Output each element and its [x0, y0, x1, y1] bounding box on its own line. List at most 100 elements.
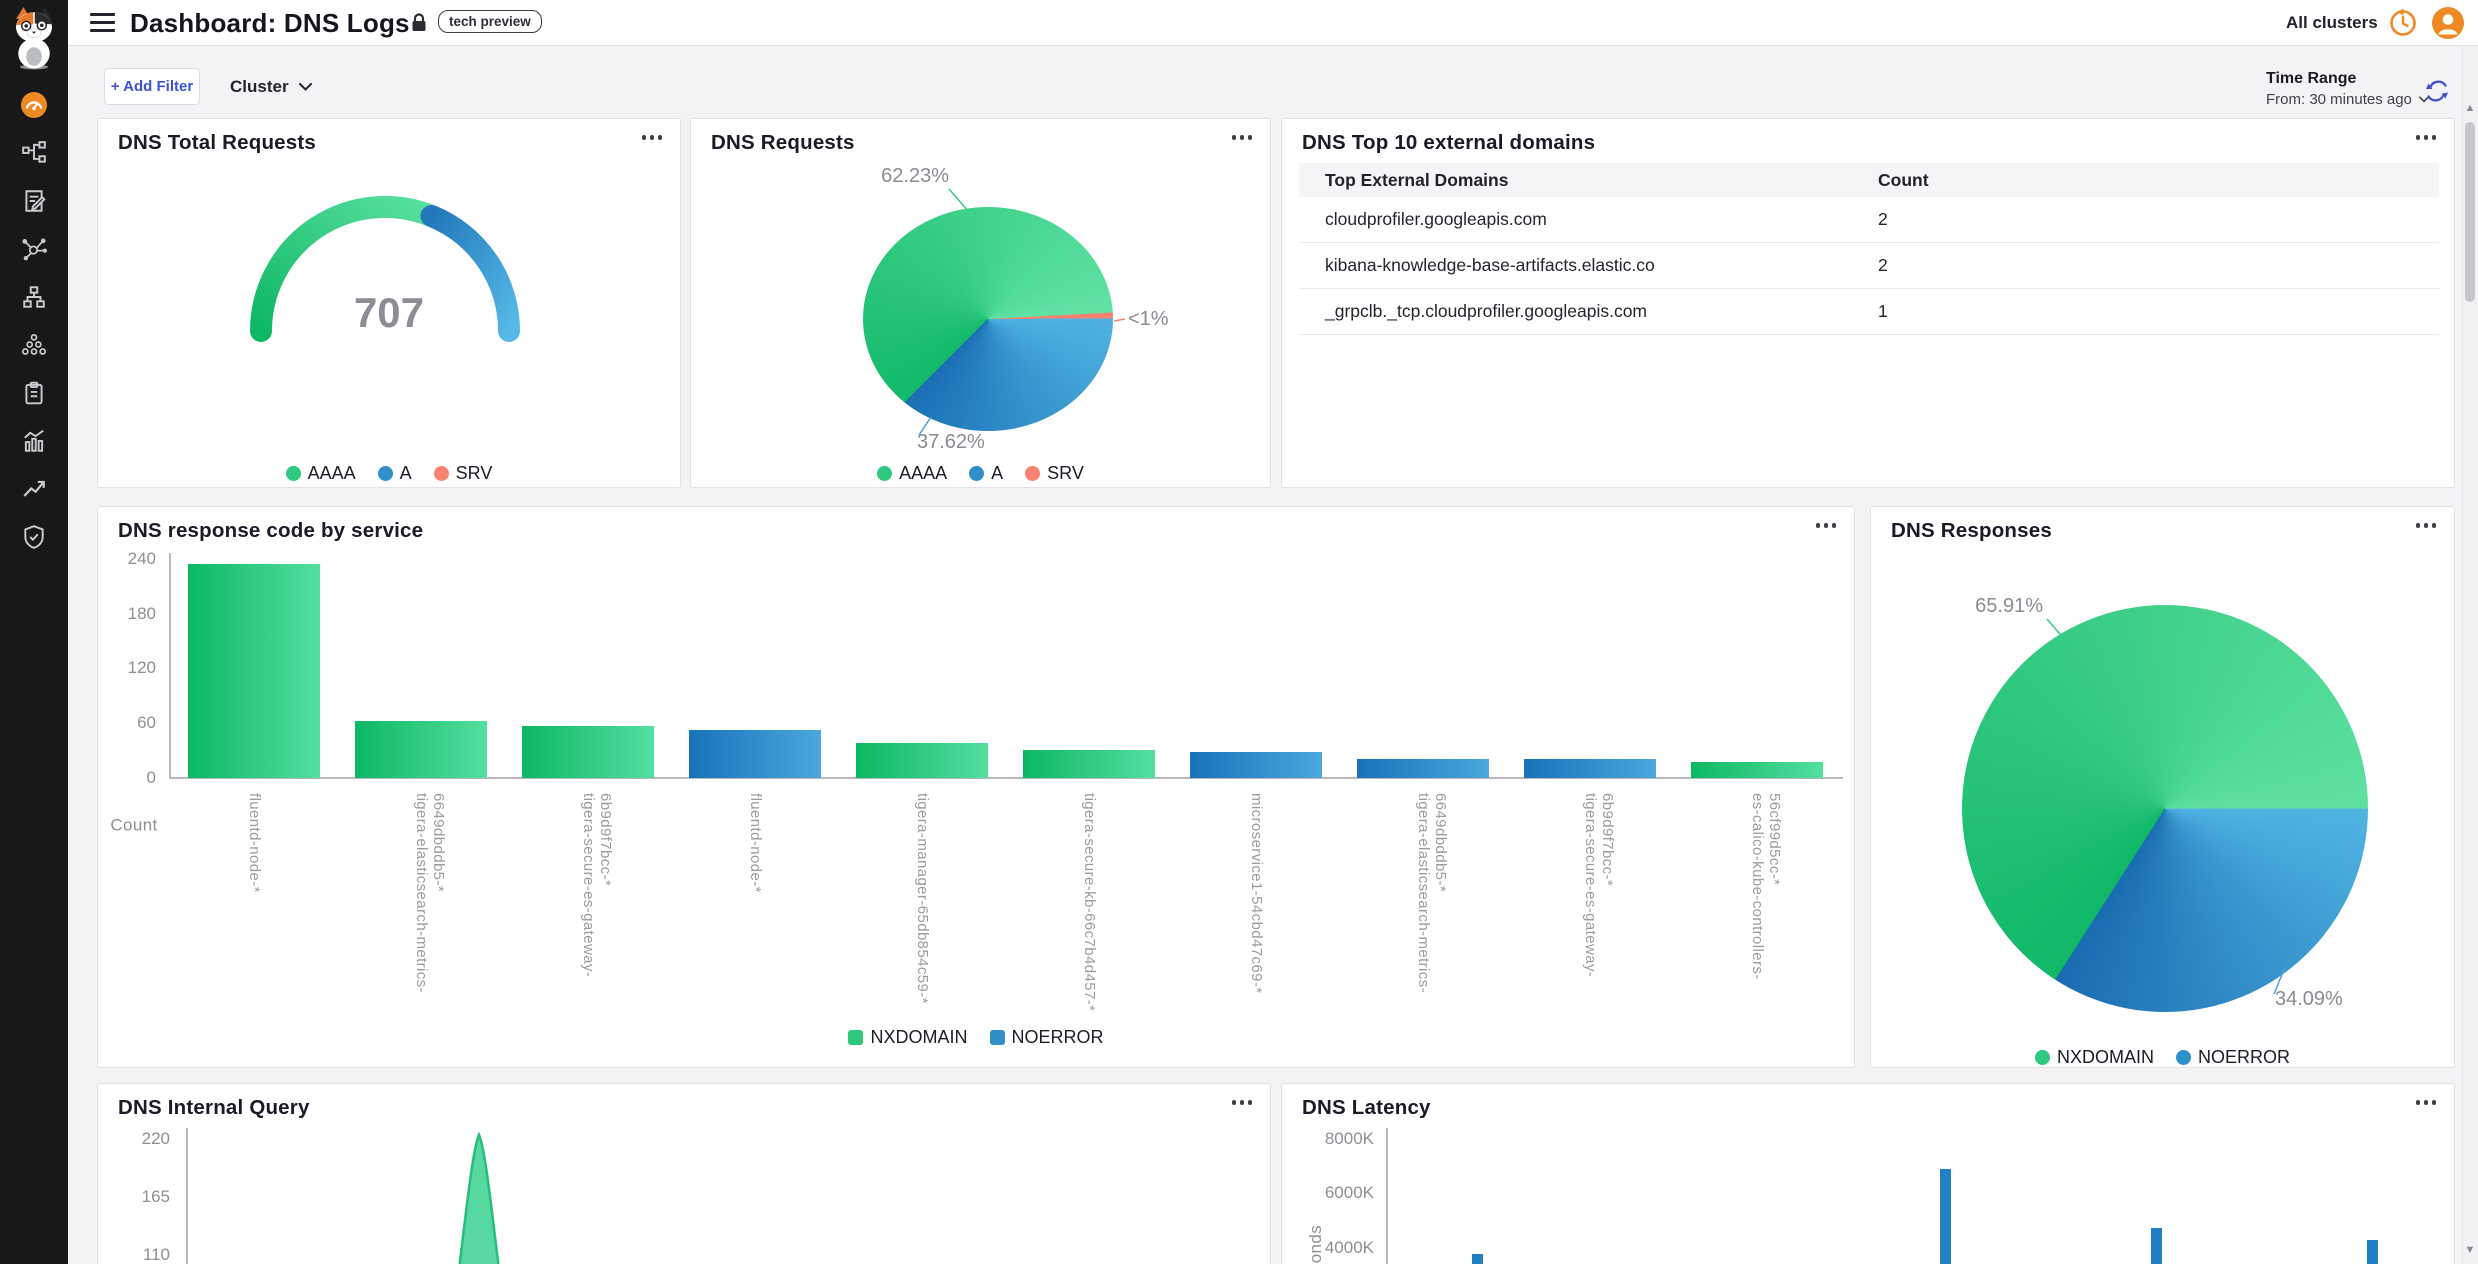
pie-slice-label: 65.91%: [1933, 595, 2043, 618]
legend-item[interactable]: SRV: [434, 463, 493, 484]
all-clusters-selector[interactable]: All clusters: [2286, 0, 2378, 46]
panel-title: DNS Requests: [711, 131, 855, 155]
shield-icon[interactable]: [21, 524, 47, 550]
y-tick: 120: [102, 658, 156, 678]
x-axis-label: tigera-secure-es-gateway-6b9d9f7bcc-*: [580, 793, 614, 1025]
y-tick: 6000K: [1302, 1183, 1374, 1203]
pie-slice-label: 34.09%: [2275, 988, 2343, 1011]
panel-menu-button[interactable]: [1230, 129, 1255, 146]
nodes-icon[interactable]: [21, 284, 47, 310]
clusters-icon[interactable]: [21, 332, 47, 358]
topology-icon[interactable]: [21, 140, 47, 166]
y-tick: 180: [102, 604, 156, 624]
bar[interactable]: [1190, 752, 1322, 778]
legend-item[interactable]: AAAA: [877, 463, 947, 484]
legend-item[interactable]: NXDOMAIN: [848, 1027, 967, 1048]
pie-slice-label: 37.62%: [917, 431, 985, 454]
column-header: Top External Domains: [1299, 170, 1878, 191]
domains-table: Top External Domains Count cloudprofiler…: [1299, 163, 2439, 335]
panel-dns-response-code: DNS response code by service 240 180 120…: [97, 506, 1855, 1068]
table-row: _grpclb._tcp.cloudprofiler.googleapis.co…: [1299, 289, 2439, 335]
area-chart[interactable]: [98, 1084, 1272, 1264]
bar[interactable]: [188, 564, 320, 778]
trends-icon[interactable]: [21, 476, 47, 502]
panel-menu-button[interactable]: [1814, 517, 1839, 534]
metrics-icon[interactable]: [21, 428, 47, 454]
bar[interactable]: [1940, 1169, 1951, 1264]
count-cell: 1: [1878, 301, 2439, 322]
bar[interactable]: [1691, 762, 1823, 778]
add-filter-button[interactable]: + Add Filter: [104, 68, 200, 105]
legend-item[interactable]: NXDOMAIN: [2035, 1047, 2154, 1068]
legend-dot: [378, 466, 393, 481]
menu-icon[interactable]: [90, 13, 115, 32]
cluster-dropdown[interactable]: Cluster: [230, 68, 312, 105]
legend-item[interactable]: A: [378, 463, 412, 484]
bar[interactable]: [355, 721, 487, 778]
panel-title: DNS Top 10 external domains: [1302, 131, 1595, 155]
legend-dot: [286, 466, 301, 481]
legend-dot: [969, 466, 984, 481]
scroll-down-arrow[interactable]: ▼: [2464, 1244, 2476, 1256]
dashboard-gauge-icon[interactable]: [21, 92, 47, 118]
bar[interactable]: [1524, 759, 1656, 778]
x-axis-label: tigera-manager-65db854c59-*: [914, 793, 931, 1004]
scroll-up-arrow[interactable]: ▲: [2464, 102, 2476, 114]
time-range-selector[interactable]: From: 30 minutes ago: [2266, 91, 2429, 108]
x-axis-label: tigera-elasticsearch-metrics-6649dbddb5-…: [1415, 793, 1449, 1025]
calico-logo[interactable]: [4, 4, 64, 68]
legend-swatch: [848, 1030, 863, 1045]
x-axis-label: es-calico-kube-controllers-56cf99d5cc-*: [1749, 793, 1783, 1025]
cluster-dropdown-label: Cluster: [230, 77, 289, 97]
user-avatar[interactable]: [2432, 7, 2464, 39]
y-tick: 60: [102, 713, 156, 733]
pie-chart[interactable]: [1962, 605, 2368, 1012]
legend-swatch: [990, 1030, 1005, 1045]
legend-item[interactable]: NOERROR: [990, 1027, 1104, 1048]
service-graph-icon[interactable]: [21, 236, 47, 262]
bar[interactable]: [522, 726, 654, 778]
bar[interactable]: [1357, 759, 1489, 778]
panel-title: DNS response code by service: [118, 519, 423, 543]
pie-chart[interactable]: [863, 207, 1113, 431]
history-icon[interactable]: [2388, 8, 2418, 38]
scrollbar-thumb[interactable]: [2465, 122, 2475, 302]
legend-item[interactable]: SRV: [1025, 463, 1084, 484]
page-title: Dashboard: DNS Logs: [130, 0, 410, 46]
x-axis-label: tigera-secure-kb-66c7b4d457-*: [1081, 793, 1098, 1011]
bar[interactable]: [2367, 1240, 2378, 1264]
count-cell: 2: [1878, 209, 2439, 230]
legend-dot: [877, 466, 892, 481]
panel-menu-button[interactable]: [2414, 517, 2439, 534]
legend-item[interactable]: AAAA: [286, 463, 356, 484]
panel-dns-latency: DNS Latency 8000K 6000K 4000K Nanosecond…: [1281, 1083, 2455, 1264]
header: Dashboard: DNS Logs tech preview All clu…: [68, 0, 2478, 46]
legend-item[interactable]: A: [969, 463, 1003, 484]
bar[interactable]: [1023, 750, 1155, 778]
x-axis-label: microservice1-54cbd47c69-*: [1248, 793, 1265, 994]
compliance-icon[interactable]: [21, 380, 47, 406]
y-tick: 240: [102, 549, 156, 569]
x-axis-label: tigera-secure-es-gateway-6b9d9f7bcc-*: [1582, 793, 1616, 1025]
lock-icon: [410, 13, 428, 38]
panel-menu-button[interactable]: [2414, 129, 2439, 146]
sidebar: [0, 0, 68, 1264]
policies-icon[interactable]: [21, 188, 47, 214]
y-axis-title: Count: [110, 776, 157, 836]
panel-dns-total-requests: DNS Total Requests 707 AAAA A SRV: [97, 118, 681, 488]
bar[interactable]: [856, 743, 988, 778]
domain-cell: _grpclb._tcp.cloudprofiler.googleapis.co…: [1299, 301, 1878, 322]
panel-dns-responses: DNS Responses 65.91% 34.09% NXDOMAIN NOE…: [1870, 506, 2455, 1068]
bar[interactable]: [1472, 1254, 1483, 1264]
panel-menu-button[interactable]: [640, 129, 665, 146]
y-tick: 8000K: [1302, 1129, 1374, 1149]
refresh-icon[interactable]: [2424, 78, 2450, 104]
chevron-down-icon: [299, 83, 312, 91]
domain-cell: cloudprofiler.googleapis.com: [1299, 209, 1878, 230]
bar[interactable]: [689, 730, 821, 778]
x-axis-labels: fluentd-node-* tigera-elasticsearch-metri…: [171, 793, 1841, 1025]
bar[interactable]: [2151, 1228, 2162, 1264]
legend-item[interactable]: NOERROR: [2176, 1047, 2290, 1068]
x-axis-label: fluentd-node-*: [246, 793, 263, 893]
table-header: Top External Domains Count: [1299, 163, 2439, 197]
